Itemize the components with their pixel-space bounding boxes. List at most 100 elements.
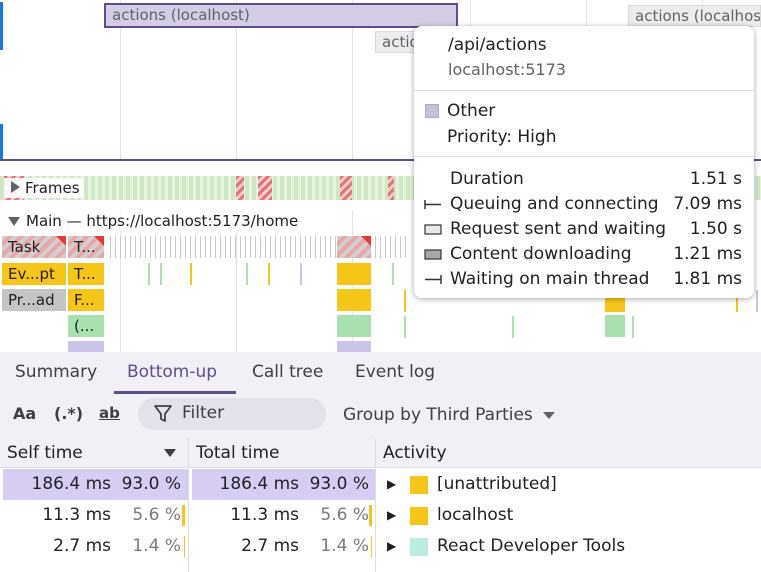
flame-parse[interactable]: Pr...ad <box>2 289 66 311</box>
activity-swatch <box>410 476 428 494</box>
flame-task[interactable] <box>337 236 371 258</box>
self-percent: 93.0 % <box>121 474 181 494</box>
tab-call-tree[interactable]: Call tree <box>252 362 323 382</box>
bottom-up-table: Self time Total time Activity 186.4 ms 9… <box>0 438 761 572</box>
timing-value: 1.81 ms <box>673 269 742 289</box>
percent-bar <box>184 536 185 557</box>
filter-input[interactable]: Filter <box>138 398 326 430</box>
tooltip-divider <box>414 90 754 91</box>
timing-row-request: Request sent and waiting 1.50 s <box>414 217 754 242</box>
gridline <box>236 210 237 352</box>
tab-event-log[interactable]: Event log <box>355 362 435 382</box>
flame-sliver <box>392 263 394 285</box>
flame-parse[interactable]: F... <box>68 289 104 311</box>
activity-swatch <box>410 507 428 525</box>
total-time: 186.4 ms <box>219 474 300 494</box>
total-time: 2.7 ms <box>241 536 299 556</box>
bottom-panel: Summary Bottom-up Call tree Event log Aa… <box>0 352 761 572</box>
flame-sliver <box>404 290 406 312</box>
active-tab-indicator <box>114 391 236 394</box>
timing-row-queuing: Queuing and connecting 7.09 ms <box>414 192 754 217</box>
expand-row-icon[interactable]: ▶ <box>387 531 396 562</box>
dropped-frame[interactable] <box>258 176 272 200</box>
flame-sliver <box>632 316 634 338</box>
table-row[interactable]: 11.3 ms 5.6 % 11.3 ms 5.6 % ▶ localhost <box>0 500 761 531</box>
activity-swatch <box>410 538 428 556</box>
column-divider[interactable] <box>188 438 189 572</box>
match-case-button[interactable]: Aa <box>13 404 36 423</box>
flame-event[interactable]: Ev...pt <box>2 263 66 285</box>
flame-task[interactable]: Task <box>2 236 66 258</box>
regex-button[interactable]: (.*) <box>54 404 83 423</box>
dark-box-icon <box>424 249 442 260</box>
flame-call[interactable] <box>68 341 104 352</box>
flame-task[interactable]: T... <box>68 236 104 258</box>
panel-tabs: Summary Bottom-up Call tree Event log <box>0 352 761 394</box>
group-by-dropdown[interactable]: Group by Third Parties <box>343 405 555 425</box>
column-header-activity[interactable]: Activity <box>376 438 761 468</box>
timing-label: Content downloading <box>450 244 632 264</box>
expand-arrow-icon[interactable] <box>11 181 20 193</box>
timing-value: 7.09 ms <box>673 194 742 214</box>
frames-track-header[interactable]: Frames <box>4 178 84 198</box>
filter-placeholder: Filter <box>182 403 225 423</box>
flame-call[interactable] <box>605 315 625 337</box>
performance-panel: actions (localhost) actions (localhost) … <box>0 0 761 572</box>
flame-sliver <box>756 290 758 312</box>
table-row[interactable]: 2.7 ms 1.4 % 2.7 ms 1.4 % ▶ React Develo… <box>0 531 761 562</box>
flame-sliver <box>160 263 162 285</box>
column-divider[interactable] <box>375 438 376 572</box>
self-percent: 1.4 % <box>132 536 181 556</box>
flame-event[interactable] <box>337 263 371 285</box>
tooltip-url: /api/actions <box>448 35 547 55</box>
flame-call[interactable] <box>337 341 371 352</box>
network-request[interactable]: actions (localhost) <box>628 5 761 27</box>
table-row[interactable]: 186.4 ms 93.0 % 186.4 ms 93.0 % ▶ [unatt… <box>0 469 761 500</box>
tab-summary[interactable]: Summary <box>15 362 97 382</box>
flame-call[interactable] <box>337 289 371 311</box>
self-time: 186.4 ms <box>31 474 112 494</box>
dropped-frame[interactable] <box>388 176 394 200</box>
flame-sliver <box>190 263 192 285</box>
column-header-self-time[interactable]: Self time <box>0 438 188 468</box>
sort-desc-icon <box>164 449 176 457</box>
network-request-selected[interactable]: actions (localhost) <box>104 3 458 28</box>
column-header-total-time[interactable]: Total time <box>189 438 375 468</box>
flame-sliver <box>246 263 248 285</box>
whisker-left-icon <box>424 200 441 209</box>
collapse-arrow-icon[interactable] <box>8 216 20 226</box>
self-percent: 5.6 % <box>132 505 181 525</box>
dropped-frame[interactable] <box>236 176 244 200</box>
percent-bar <box>371 536 372 557</box>
timing-label: Queuing and connecting <box>450 194 659 214</box>
timing-row-main-thread: Waiting on main thread 1.81 ms <box>414 267 754 292</box>
percent-bar <box>182 505 185 526</box>
percent-bar <box>369 505 372 526</box>
expand-row-icon[interactable]: ▶ <box>387 500 396 531</box>
flame-sliver <box>268 263 270 285</box>
timing-row-download: Content downloading 1.21 ms <box>414 242 754 267</box>
flame-call[interactable] <box>337 315 371 337</box>
tooltip-category: Other <box>447 101 496 121</box>
gridline <box>120 210 121 352</box>
flame-event[interactable]: T... <box>68 263 104 285</box>
activity-name: [unattributed] <box>437 474 557 494</box>
dropped-frame[interactable] <box>340 176 352 200</box>
tooltip-priority: Priority: High <box>447 127 557 147</box>
activity-name: localhost <box>437 505 514 525</box>
total-percent: 93.0 % <box>309 474 369 494</box>
selection-bracket <box>0 2 13 50</box>
whole-word-button[interactable]: ab <box>99 404 120 422</box>
frames-track-label: Frames <box>25 179 80 197</box>
flame-sliver <box>512 316 514 338</box>
main-track-header[interactable]: Main — https://localhost:5173/home <box>2 211 303 231</box>
tab-bottom-up[interactable]: Bottom-up <box>127 362 217 382</box>
whisker-right-icon <box>425 275 442 284</box>
expand-row-icon[interactable]: ▶ <box>387 469 396 500</box>
dropdown-caret-icon <box>542 411 555 419</box>
timing-label: Duration <box>450 169 524 189</box>
total-percent: 5.6 % <box>320 505 369 525</box>
flame-call[interactable]: (... <box>68 315 104 337</box>
timing-value: 1.51 s <box>689 169 742 189</box>
activity-name: React Developer Tools <box>437 536 626 556</box>
